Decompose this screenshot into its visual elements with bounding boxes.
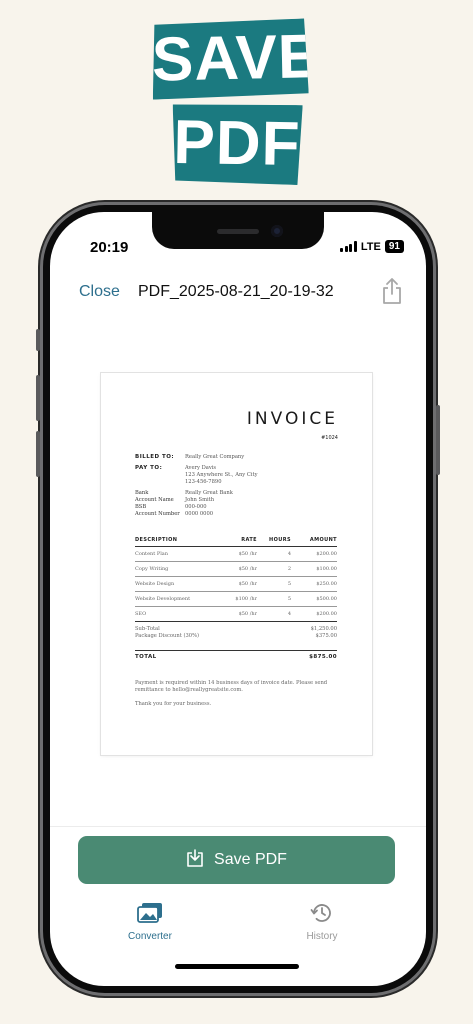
status-indicators: LTE 91	[340, 240, 404, 253]
invoice-title: INVOICE	[246, 409, 338, 429]
close-button[interactable]: Close	[79, 283, 120, 301]
history-icon	[310, 904, 334, 928]
document-title: PDF_2025-08-21_20-19-32	[138, 283, 334, 300]
battery-icon: 91	[384, 240, 404, 253]
tab-converter-label: Converter	[128, 931, 172, 942]
thank-you-note: Thank you for your business.	[135, 701, 212, 707]
status-time: 20:19	[90, 239, 129, 256]
billed-to: BILLED TO: Really Great Company	[135, 454, 245, 460]
table-row: Website Development $100 /hr 5 $500.00	[135, 592, 337, 607]
front-camera	[271, 225, 283, 237]
images-icon	[137, 903, 163, 928]
promo-headline: SAVE PDF	[0, 0, 473, 200]
table-row: Content Plan $50 /hr 4 $200.00	[135, 547, 337, 562]
invoice-preview: INVOICE #1024 BILLED TO: Really Great Co…	[101, 373, 372, 755]
share-icon[interactable]	[380, 277, 404, 305]
signal-icon	[340, 241, 357, 252]
tab-history[interactable]: History	[272, 902, 372, 942]
app-screen: 20:19 LTE 91 Close PDF_2025-08-21_20-19-…	[50, 212, 426, 986]
volume-up-button	[36, 375, 40, 421]
tab-history-label: History	[306, 931, 338, 942]
table-row: Website Design $50 /hr 5 $250.00	[135, 577, 337, 592]
invoice-total: TOTAL $875.00	[135, 650, 337, 660]
invoice-number: #1024	[321, 435, 338, 441]
save-pdf-label: Save PDF	[214, 851, 287, 868]
invoice-table: DESCRIPTION RATE HOURS AMOUNT Content Pl…	[135, 533, 337, 622]
divider	[50, 826, 426, 827]
save-pdf-button[interactable]: Save PDF	[78, 836, 395, 884]
mute-switch	[36, 329, 40, 351]
tab-bar: Converter History	[50, 902, 426, 962]
speaker	[217, 229, 259, 234]
table-row: Copy Writing $50 /hr 2 $100.00	[135, 562, 337, 577]
phone-frame: 20:19 LTE 91 Close PDF_2025-08-21_20-19-…	[36, 205, 440, 993]
notch	[152, 212, 324, 249]
volume-down-button	[36, 431, 40, 477]
nav-bar: Close PDF_2025-08-21_20-19-32	[50, 274, 426, 314]
pay-to: PAY TO: Avery Davis 123 Anywhere St., An…	[135, 465, 258, 485]
download-icon	[186, 848, 204, 872]
table-row: SEO $50 /hr 4 $200.00	[135, 607, 337, 622]
table-header: DESCRIPTION RATE HOURS AMOUNT	[135, 533, 337, 547]
bank-details: Bank Really Great Bank Account Name John S…	[135, 490, 233, 517]
headline-pdf: PDF	[171, 103, 302, 185]
network-type: LTE	[360, 240, 381, 253]
invoice-subtotals: Sub-Total $1,250.00 Package Discount (30%…	[135, 626, 337, 639]
power-button	[436, 405, 440, 475]
headline-save: SAVE	[151, 18, 309, 99]
payment-note: Payment is required within 14 business d…	[135, 680, 328, 693]
tab-converter[interactable]: Converter	[100, 902, 200, 942]
home-indicator[interactable]	[175, 964, 299, 969]
